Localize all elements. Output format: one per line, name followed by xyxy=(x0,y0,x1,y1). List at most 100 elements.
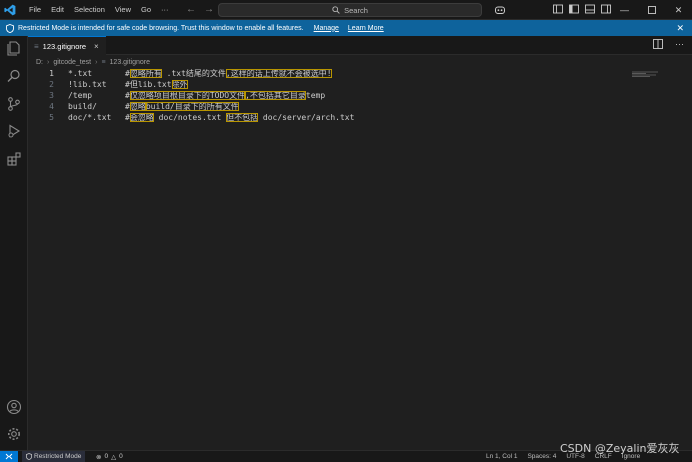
menu-bar: File Edit Selection View Go ··· xyxy=(24,0,174,20)
learn-more-link[interactable]: Learn More xyxy=(348,25,384,32)
highlight-segment: 仅忽略项目根目录下的TODO文件 xyxy=(129,91,246,100)
source-control-icon[interactable] xyxy=(6,96,22,112)
code-text: doc/*.txt xyxy=(68,113,112,122)
csdn-watermark: CSDN @Zeyalin爱灰灰 xyxy=(560,442,680,455)
code-line[interactable]: 4 build/ #忽略build/目录下的所有文件 xyxy=(28,101,648,112)
explorer-icon[interactable] xyxy=(6,40,22,56)
highlight-segment: 除外 xyxy=(171,80,188,89)
layout-controls xyxy=(553,4,611,14)
command-center-search[interactable]: Search xyxy=(218,3,482,17)
comment-text: #忽略所有 .txt结尾的文件,这样的话上传就不会被选中! xyxy=(125,68,332,79)
file-lines-icon: ≡ xyxy=(101,58,106,66)
comment-segment: temp xyxy=(305,91,326,100)
menu-go[interactable]: Go xyxy=(136,0,156,20)
toggle-panel-icon[interactable] xyxy=(585,4,595,14)
indentation[interactable]: Spaces: 4 xyxy=(527,453,556,460)
title-bar: File Edit Selection View Go ··· ← → Sear… xyxy=(0,0,692,20)
accounts-icon[interactable] xyxy=(6,399,22,415)
code-text: !lib.txt xyxy=(68,80,107,89)
split-editor-icon[interactable] xyxy=(653,39,663,51)
code-line[interactable]: 1 *.txt #忽略所有 .txt结尾的文件,这样的话上传就不会被选中! xyxy=(28,68,648,79)
search-view-icon[interactable] xyxy=(6,68,22,84)
highlight-segment: 忽略所有 xyxy=(129,69,162,78)
editor-tabs: ≡ 123.gitignore × ··· xyxy=(28,36,692,55)
banner-message: Restricted Mode is intended for safe cod… xyxy=(18,24,304,32)
chevron-right-icon: › xyxy=(47,58,50,66)
comment-text: #会忽略 doc/notes.txt 但不包括 doc/server/arch.… xyxy=(125,112,354,123)
copilot-icon[interactable] xyxy=(490,3,510,17)
run-debug-icon[interactable] xyxy=(6,123,22,139)
restricted-mode-banner: Restricted Mode is intended for safe cod… xyxy=(0,20,692,36)
highlight-segment: 忽略 xyxy=(129,102,146,111)
shield-icon xyxy=(6,23,14,33)
comment-segment: doc/notes.txt xyxy=(153,113,227,122)
error-count: 0 xyxy=(104,453,109,460)
comment-text: #但lib.txt除外 xyxy=(125,79,188,90)
toggle-secondary-sidebar-icon[interactable] xyxy=(601,4,611,14)
menu-more[interactable]: ··· xyxy=(156,0,174,20)
more-actions-icon[interactable]: ··· xyxy=(675,39,684,51)
breadcrumb-file[interactable]: 123.gitignore xyxy=(110,59,150,66)
line-number: 5 xyxy=(49,113,54,122)
maximize-icon[interactable] xyxy=(638,0,665,20)
navigation: ← → xyxy=(186,0,214,20)
comment-segment: doc/server/arch.txt xyxy=(258,113,355,122)
warning-count: 0 xyxy=(119,453,123,460)
file-lines-icon: ≡ xyxy=(34,41,39,51)
tab-123-gitignore[interactable]: ≡ 123.gitignore × xyxy=(28,36,106,55)
editor-actions: ··· xyxy=(653,39,684,51)
menu-edit[interactable]: Edit xyxy=(46,0,69,20)
highlight-segment: build/目录下的所有文件 xyxy=(145,102,239,111)
restricted-mode-indicator[interactable]: Restricted Mode xyxy=(22,451,86,462)
comment-text: #忽略build/目录下的所有文件 xyxy=(125,101,239,112)
manage-link[interactable]: Manage xyxy=(314,25,339,32)
problems-indicator[interactable]: ⊗ 0 △ 0 xyxy=(96,451,123,462)
window-controls: — ✕ xyxy=(611,0,692,20)
minimize-icon[interactable]: — xyxy=(611,0,638,20)
highlight-segment: ,不包括其它目录 xyxy=(245,91,306,100)
close-tab-icon[interactable]: × xyxy=(94,42,99,51)
error-icon: ⊗ xyxy=(96,453,102,461)
line-number: 1 xyxy=(49,69,54,78)
cursor-position[interactable]: Ln 1, Col 1 xyxy=(486,453,517,460)
activity-bar xyxy=(0,36,28,450)
settings-gear-icon[interactable] xyxy=(6,426,22,442)
highlight-segment: ,这样的话上传就不会被选中! xyxy=(225,69,332,78)
highlight-segment: 但不包括 xyxy=(226,113,259,122)
menu-selection[interactable]: Selection xyxy=(69,0,110,20)
menu-view[interactable]: View xyxy=(110,0,136,20)
code-editor[interactable]: 1 *.txt #忽略所有 .txt结尾的文件,这样的话上传就不会被选中! 2 … xyxy=(28,68,692,450)
search-label: Search xyxy=(344,5,368,15)
extensions-icon[interactable] xyxy=(6,151,22,167)
minimap[interactable] xyxy=(632,70,662,77)
breadcrumb: D: › gitcode_test › ≡ 123.gitignore xyxy=(36,56,150,68)
vertical-scrollbar[interactable] xyxy=(682,68,692,450)
search-icon xyxy=(332,6,340,14)
layout-customize-icon[interactable] xyxy=(553,4,563,14)
vscode-logo-icon xyxy=(0,0,20,20)
code-line[interactable]: 2 !lib.txt #但lib.txt除外 xyxy=(28,79,648,90)
highlight-segment: 会忽略 xyxy=(129,113,154,122)
line-number: 4 xyxy=(49,102,54,111)
forward-arrow-icon[interactable]: → xyxy=(204,0,214,20)
menu-file[interactable]: File xyxy=(24,0,46,20)
code-text: /temp xyxy=(68,91,93,100)
line-number: 2 xyxy=(49,80,54,89)
breadcrumb-drive[interactable]: D: xyxy=(36,59,43,66)
warning-icon: △ xyxy=(111,453,117,461)
line-number: 3 xyxy=(49,91,54,100)
close-banner-icon[interactable]: ✕ xyxy=(676,20,684,36)
close-window-icon[interactable]: ✕ xyxy=(665,0,692,20)
code-text: build/ xyxy=(68,102,97,111)
tab-label: 123.gitignore xyxy=(42,41,87,51)
code-line[interactable]: 5 doc/*.txt #会忽略 doc/notes.txt 但不包括 doc/… xyxy=(28,112,648,123)
breadcrumb-folder[interactable]: gitcode_test xyxy=(53,59,91,66)
code-line[interactable]: 3 /temp #仅忽略项目根目录下的TODO文件,不包括其它目录temp xyxy=(28,90,648,101)
comment-text: #仅忽略项目根目录下的TODO文件,不包括其它目录temp xyxy=(125,90,325,101)
comment-segment: .txt结尾的文件 xyxy=(161,69,226,78)
remote-indicator-icon[interactable] xyxy=(0,451,18,462)
restricted-mode-label: Restricted Mode xyxy=(34,453,82,460)
toggle-primary-sidebar-icon[interactable] xyxy=(569,4,579,14)
shield-icon xyxy=(26,453,32,460)
back-arrow-icon[interactable]: ← xyxy=(186,0,196,20)
